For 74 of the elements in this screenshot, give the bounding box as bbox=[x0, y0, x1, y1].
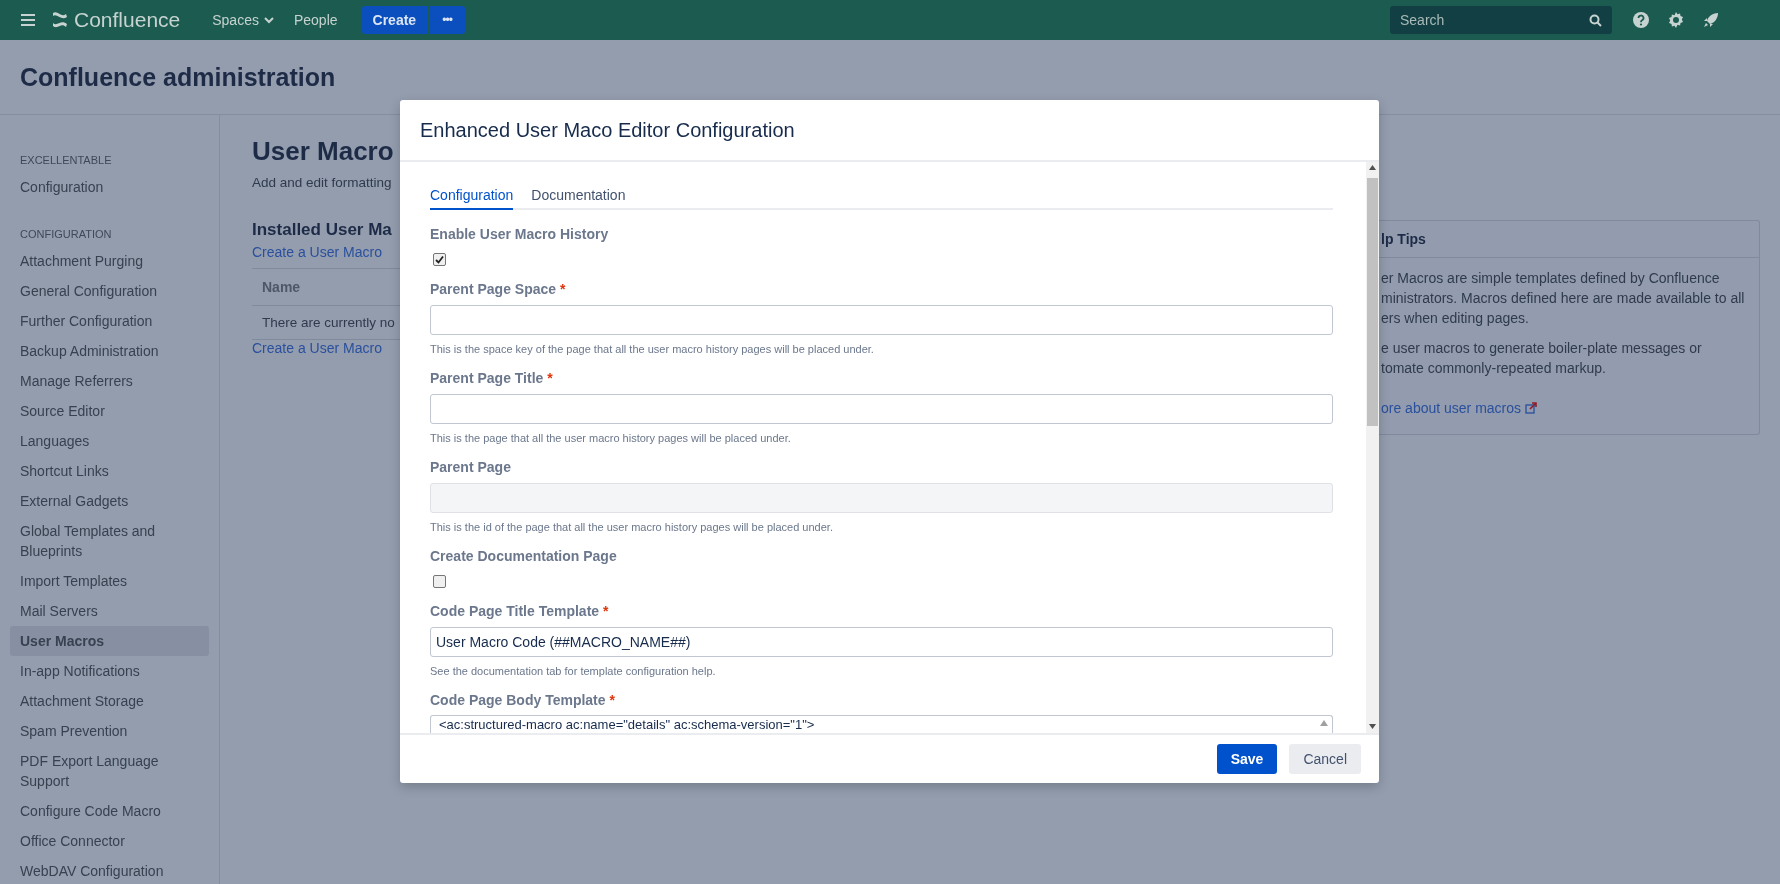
field-label: Parent Page Title * bbox=[430, 369, 554, 388]
chevron-down-icon bbox=[263, 16, 274, 24]
sidebar-item[interactable]: General Configuration bbox=[10, 276, 209, 306]
section-title: User Macro bbox=[252, 136, 395, 167]
help-text: This is the id of the page that all the user macro history pages will be placed under. bbox=[430, 521, 834, 533]
save-button[interactable]: Save bbox=[1216, 744, 1278, 774]
input-field[interactable] bbox=[430, 305, 1333, 335]
sidebar-item[interactable]: Global Templates and Blueprints bbox=[10, 516, 209, 566]
field-label: Code Page Body Template * bbox=[430, 691, 616, 710]
dialog-title: Enhanced User Maco Editor Configuration bbox=[420, 118, 795, 142]
sidebar-item[interactable]: Attachment Purging bbox=[10, 246, 209, 276]
sidebar-item[interactable]: Languages bbox=[10, 426, 209, 456]
sidebar-item[interactable]: WebDAV Configuration bbox=[10, 856, 209, 884]
nav-link[interactable]: People bbox=[283, 5, 348, 35]
textarea-field[interactable]: <ac:structured-macro ac:name="details" ac:schema-version="1"> bbox=[430, 715, 1333, 733]
help-icon[interactable] bbox=[1632, 11, 1650, 29]
create-button[interactable]: Create bbox=[361, 6, 428, 34]
description-text: Add and edit formatting bbox=[252, 175, 393, 190]
sidebar-item[interactable]: Office Connector bbox=[10, 826, 209, 856]
rocket-icon[interactable] bbox=[1702, 11, 1720, 29]
sidebar-item[interactable]: Shortcut Links bbox=[10, 456, 209, 486]
help-text-line: e user macros to generate boiler-plate messages or bbox=[1381, 339, 1703, 358]
settings-icon[interactable] bbox=[1667, 11, 1685, 29]
nav-dropdown[interactable]: Spaces bbox=[202, 5, 284, 35]
help-text-line: ers when editing pages. bbox=[1381, 309, 1530, 328]
sidebar-item[interactable]: Mail Servers bbox=[10, 596, 209, 626]
sidebar-heading: CONFIGURATION bbox=[19, 227, 113, 242]
help-text-line: ministrators. Macros defined here are made available to all bbox=[1381, 289, 1746, 308]
panel-title: lp Tips bbox=[1379, 221, 1759, 258]
sidebar-heading: EXCELLENTABLE bbox=[19, 154, 113, 168]
checkbox[interactable] bbox=[433, 253, 446, 266]
more-button[interactable]: ••• bbox=[429, 6, 466, 34]
create-macro-link[interactable]: Create a User Macro bbox=[252, 244, 382, 260]
sidebar-item[interactable]: Import Templates bbox=[10, 566, 209, 596]
external-link-icon bbox=[1525, 402, 1538, 414]
search-field[interactable]: Search bbox=[1390, 6, 1612, 34]
help-text: See the documentation tab for template configuration help. bbox=[430, 665, 717, 677]
sidebar-item[interactable]: Attachment Storage bbox=[10, 686, 209, 716]
field-label: Code Page Title Template * bbox=[430, 602, 610, 621]
page-title: Confluence administration bbox=[20, 62, 336, 92]
menu-icon[interactable] bbox=[20, 13, 36, 27]
create-macro-link[interactable]: Create a User Macro bbox=[252, 340, 382, 356]
help-text-line: tomate commonly-repeated markup. bbox=[1381, 359, 1607, 378]
help-text: This is the space key of the page that all the user macro history pages will be placed under. bbox=[430, 343, 875, 355]
scroll-down-arrow-icon[interactable] bbox=[1369, 724, 1376, 729]
help-text: This is the page that all the user macro history pages will be placed under. bbox=[430, 432, 792, 444]
field-label: Parent Page bbox=[430, 458, 512, 477]
help-text-line: er Macros are simple templates defined by Confluence bbox=[1381, 269, 1721, 288]
checkbox[interactable] bbox=[433, 575, 446, 588]
search-icon[interactable] bbox=[1589, 14, 1602, 27]
scrollbar[interactable] bbox=[1366, 162, 1379, 733]
scroll-up-arrow-icon[interactable] bbox=[1369, 165, 1376, 170]
sidebar-item[interactable]: Spam Prevention bbox=[10, 716, 209, 746]
sidebar-item[interactable]: PDF Export Language Support bbox=[10, 746, 209, 796]
sidebar-item[interactable]: Further Configuration bbox=[10, 306, 209, 336]
input-field[interactable] bbox=[430, 394, 1333, 424]
sidebar-item[interactable]: In-app Notifications bbox=[10, 656, 209, 686]
subsection-title: Installed User Ma bbox=[252, 220, 393, 240]
sidebar-item[interactable]: Source Editor bbox=[10, 396, 209, 426]
sidebar-item[interactable]: User Macros bbox=[10, 626, 209, 656]
sidebar-item[interactable]: Manage Referrers bbox=[10, 366, 209, 396]
field-label: Create Documentation Page bbox=[430, 547, 618, 566]
sidebar-item[interactable]: Configuration bbox=[10, 172, 209, 202]
cancel-button[interactable]: Cancel bbox=[1289, 744, 1361, 774]
field-label: Enable User Macro History bbox=[430, 225, 610, 244]
tab[interactable]: Configuration bbox=[430, 183, 514, 210]
tab[interactable]: Documentation bbox=[531, 183, 626, 210]
confluence-logo[interactable]: Confluence bbox=[52, 8, 181, 32]
sidebar-item[interactable]: Configure Code Macro bbox=[10, 796, 209, 826]
sidebar-item[interactable]: External Gadgets bbox=[10, 486, 209, 516]
user-macros-link[interactable]: ore about user macros bbox=[1381, 400, 1522, 416]
field-label: Parent Page Space * bbox=[430, 280, 567, 299]
input-field[interactable]: User Macro Code (##MACRO_NAME##) bbox=[430, 627, 1333, 657]
sidebar-item[interactable]: Backup Administration bbox=[10, 336, 209, 366]
